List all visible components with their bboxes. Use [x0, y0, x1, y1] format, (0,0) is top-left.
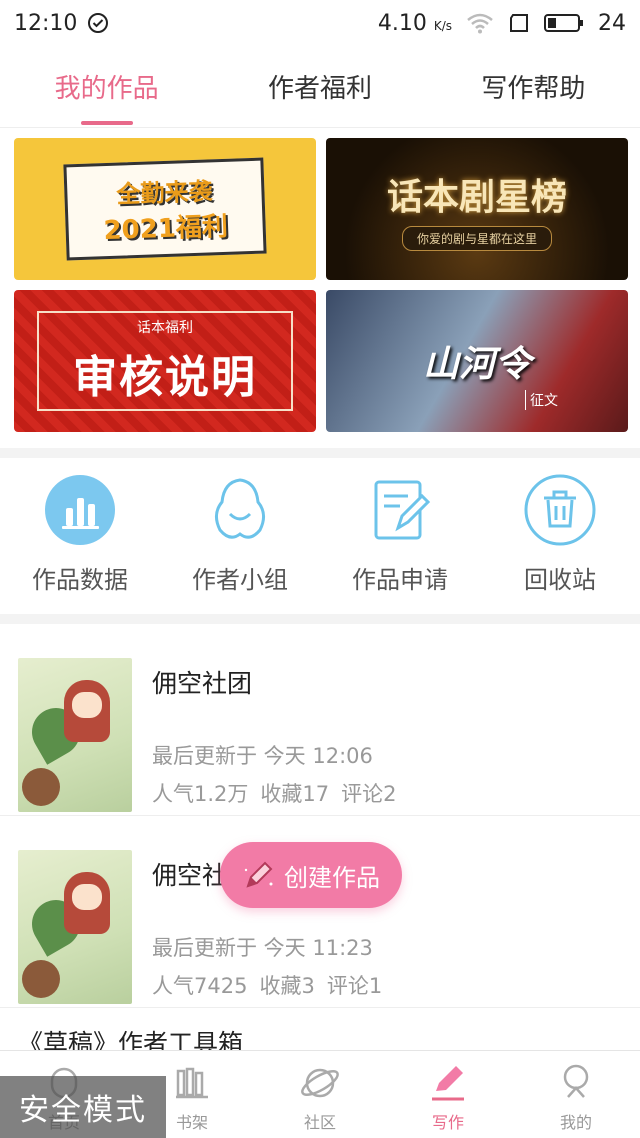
battery-level: 24 [598, 10, 626, 36]
top-tabs: 我的作品 作者福利 写作帮助 [0, 46, 640, 128]
create-work-button[interactable]: 创建作品 [220, 842, 402, 908]
action-label: 作品数据 [32, 566, 128, 594]
banner-grid: 全勤来袭 2021福利 话本剧星榜 你爱的剧与星都在这里 话本福利 审核说明 山… [14, 138, 628, 432]
work-favorites: 收藏17 [260, 782, 330, 806]
tab-my-works[interactable]: 我的作品 [0, 46, 213, 127]
action-label: 作者小组 [192, 566, 288, 594]
action-work-application[interactable]: 作品申请 [320, 460, 480, 612]
list-item[interactable]: 佣空社团 最后更新于 今天 12:06 人气1.2万 收藏17 评论2 [0, 624, 640, 816]
works-list: 佣空社团 最后更新于 今天 12:06 人气1.2万 收藏17 评论2 佣空社 最后… [0, 624, 640, 1008]
work-title: 佣空社 [152, 861, 228, 890]
banner-title: 审核说明 [73, 352, 257, 403]
wifi-icon [467, 13, 493, 34]
nav-profile[interactable]: 我的 [512, 1051, 640, 1138]
quick-actions: 作品数据 作者小组 作品申请 回收站 [0, 460, 640, 612]
status-time: 12:10 [14, 10, 78, 36]
edit-form-icon [364, 474, 436, 546]
banner-review-guide[interactable]: 话本福利 审核说明 [14, 290, 316, 432]
bookshelf-icon [176, 1067, 208, 1099]
planet-icon [301, 1068, 339, 1098]
banner-subtitle: 征文 [525, 390, 558, 410]
banner-card: 全勤来袭 2021福利 [63, 157, 267, 261]
action-label: 作品申请 [352, 566, 448, 594]
action-recycle-bin[interactable]: 回收站 [480, 460, 640, 612]
work-comments: 评论2 [341, 782, 397, 806]
nav-label: 书架 [175, 1113, 208, 1132]
battery-icon [544, 14, 583, 32]
work-stats: 人气1.2万 收藏17 评论2 [152, 778, 409, 808]
work-popularity: 人气7425 [152, 974, 248, 998]
status-indicators: 4.10 K/s 24 [378, 11, 626, 36]
screen-icon [510, 14, 528, 32]
check-circle-icon [88, 13, 109, 33]
safe-mode-overlay: 安全模式 [0, 1076, 166, 1138]
banner-attendance-benefits[interactable]: 全勤来袭 2021福利 [14, 138, 316, 280]
banner-title: 山河令 [422, 343, 531, 385]
work-cover-image [18, 658, 132, 812]
section-divider [0, 448, 640, 458]
pencil-icon [244, 861, 273, 888]
work-updated-time: 最后更新于 今天 12:06 [152, 744, 373, 768]
tab-author-benefits[interactable]: 作者福利 [213, 46, 426, 127]
status-bar: 12:10 4.10 K/s 24 [0, 0, 640, 46]
action-label: 回收站 [524, 566, 596, 594]
banner-star-ranking[interactable]: 话本剧星榜 你爱的剧与星都在这里 [326, 138, 628, 280]
trash-icon [524, 474, 596, 546]
work-comments: 评论1 [326, 974, 383, 998]
network-speed: 4.10 K/s [377, 10, 452, 36]
banner-subtitle: 话本福利 [137, 320, 193, 336]
banner-subtitle: 你爱的剧与星都在这里 [401, 225, 552, 251]
work-title: 佣空社团 [152, 669, 253, 698]
nav-label: 写作 [431, 1113, 464, 1132]
banner-shanheling-contest[interactable]: 山河令 征文 [326, 290, 628, 432]
banner-title: 话本剧星榜 [386, 176, 567, 218]
banner-title: 全勤来袭 [115, 177, 213, 209]
pen-icon [432, 1066, 464, 1101]
section-divider [0, 614, 640, 624]
profile-icon [563, 1064, 589, 1098]
work-cover-image [18, 850, 132, 1004]
nav-community[interactable]: 社区 [256, 1051, 384, 1138]
action-author-group[interactable]: 作者小组 [160, 460, 320, 612]
banner-frame: 话本福利 审核说明 [37, 311, 293, 411]
tab-writing-help[interactable]: 写作帮助 [427, 46, 640, 127]
nav-label: 我的 [559, 1113, 592, 1132]
nav-write[interactable]: 写作 [384, 1051, 512, 1138]
group-icon [204, 474, 276, 546]
bar-chart-icon [44, 474, 116, 546]
create-work-label: 创建作品 [284, 863, 380, 892]
action-work-data[interactable]: 作品数据 [0, 460, 160, 612]
banner-subtitle: 2021福利 [103, 211, 229, 247]
nav-label: 社区 [303, 1113, 336, 1132]
work-stats: 人气7425 收藏3 评论1 [152, 970, 394, 1000]
work-updated-time: 最后更新于 今天 11:23 [152, 936, 373, 960]
work-favorites: 收藏3 [259, 974, 315, 998]
work-popularity: 人气1.2万 [152, 782, 249, 806]
